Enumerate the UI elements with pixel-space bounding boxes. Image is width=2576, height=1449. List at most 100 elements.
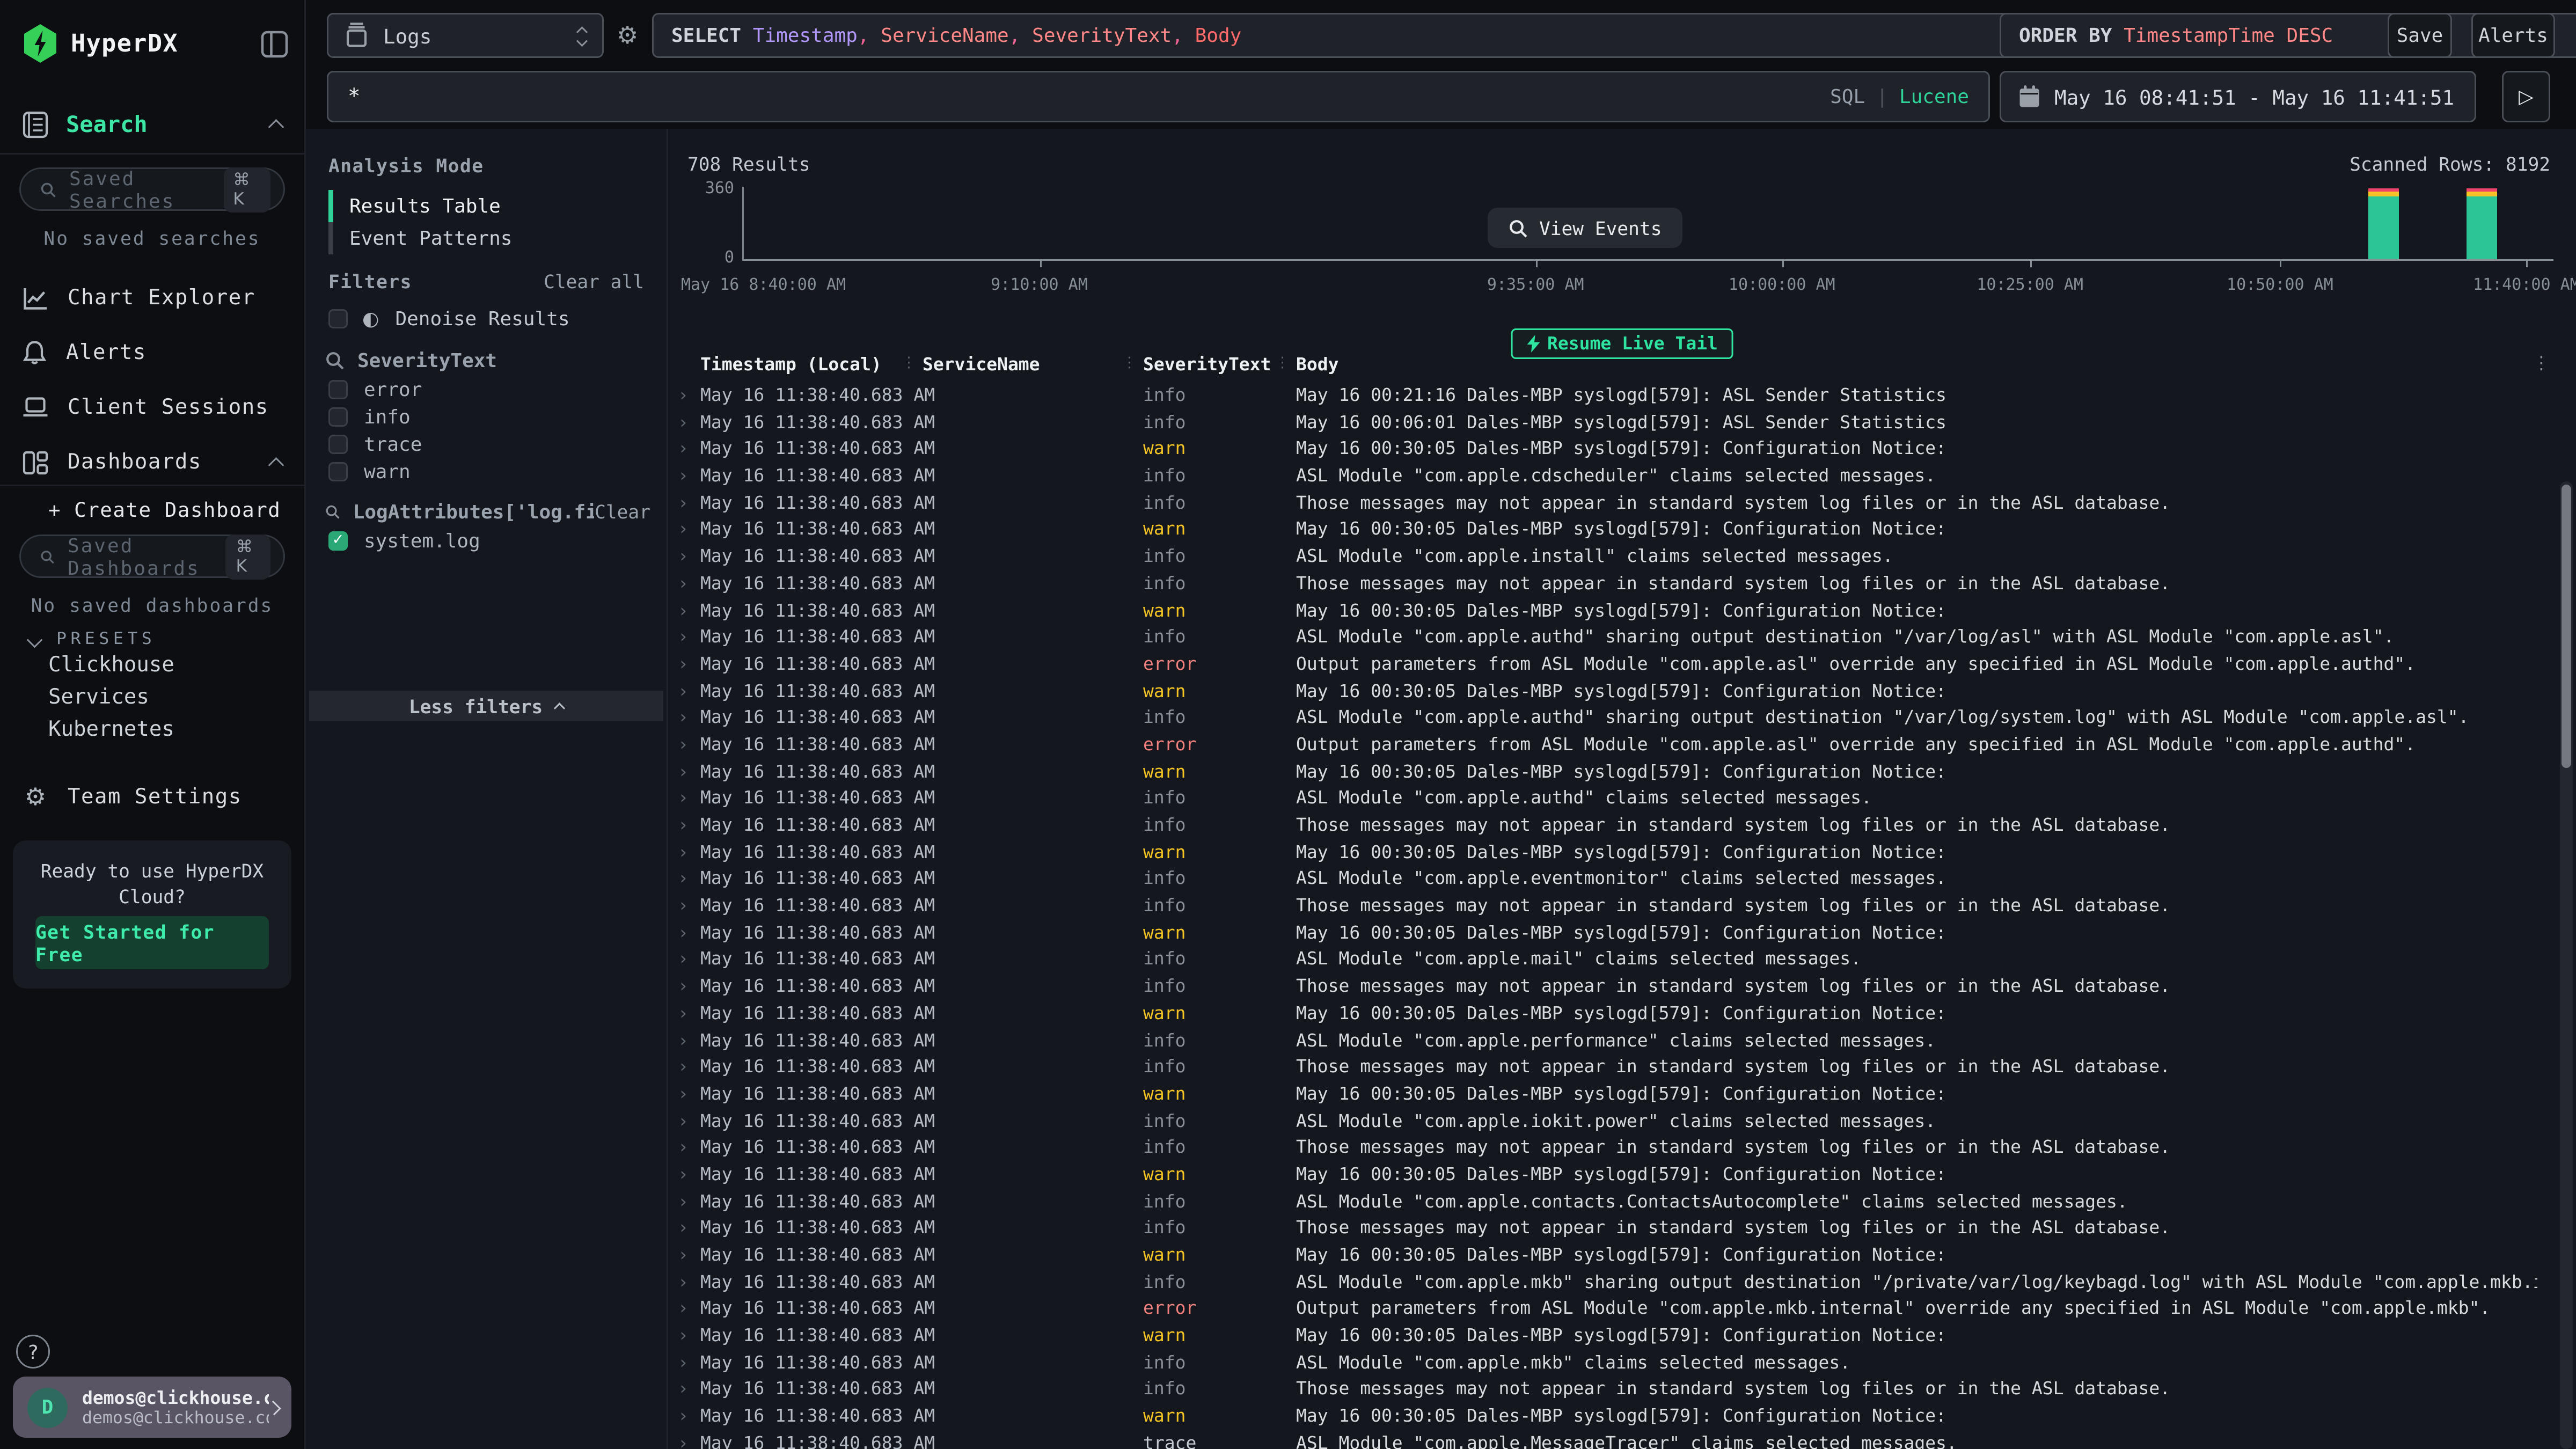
row-expand-chevron-icon[interactable]: › [678,1432,689,1449]
filter-option-system-log[interactable]: ✓ system.log [328,530,650,552]
alerts-button[interactable]: Alerts [2471,13,2555,58]
row-expand-chevron-icon[interactable]: › [678,1164,689,1185]
row-expand-chevron-icon[interactable]: › [678,734,689,755]
row-expand-chevron-icon[interactable]: › [678,1352,689,1373]
sidebar-item-client-sessions[interactable]: Client Sessions [0,383,304,431]
row-expand-chevron-icon[interactable]: › [678,519,689,540]
row-expand-chevron-icon[interactable]: › [678,949,689,970]
results-scrollbar[interactable] [2560,481,2573,1449]
table-row[interactable]: › May 16 11:38:40.683 AM info Those mess… [678,571,2537,598]
toggle-lucene[interactable]: Lucene [1899,85,1969,108]
row-expand-chevron-icon[interactable]: › [678,761,689,782]
column-header-servicename[interactable]: ServiceName [923,354,1040,375]
column-header-severitytext[interactable]: SeverityText [1143,354,1271,375]
table-row[interactable]: › May 16 11:38:40.683 AM info May 16 00:… [678,410,2537,437]
source-select[interactable]: Logs [327,13,604,58]
row-expand-chevron-icon[interactable]: › [678,1030,689,1051]
column-header-body[interactable]: Body [1296,354,1339,375]
checkbox[interactable] [328,435,348,454]
get-started-button[interactable]: Get Started for Free [35,916,269,969]
sidebar-item-chart-explorer[interactable]: Chart Explorer [0,274,304,322]
language-toggle[interactable]: SQL | Lucene [1830,85,1969,108]
filter-option-warn[interactable]: warn [328,460,650,483]
table-row[interactable]: › May 16 11:38:40.683 AM info ASL Module… [678,1109,2537,1136]
row-expand-chevron-icon[interactable]: › [678,1379,689,1400]
row-expand-chevron-icon[interactable]: › [678,492,689,513]
less-filters-button[interactable]: Less filters [309,691,663,721]
search-query-input[interactable]: * SQL | Lucene [327,71,1990,122]
table-row[interactable]: › May 16 11:38:40.683 AM warn May 16 00:… [678,1001,2537,1028]
row-expand-chevron-icon[interactable]: › [678,438,689,459]
table-row[interactable]: › May 16 11:38:40.683 AM warn May 16 00:… [678,517,2537,544]
table-row[interactable]: › May 16 11:38:40.683 AM info May 16 00:… [678,383,2537,410]
create-dashboard-button[interactable]: + Create Dashboard [48,497,281,522]
histogram-bar[interactable] [2467,188,2497,259]
table-row[interactable]: › May 16 11:38:40.683 AM info ASL Module… [678,1028,2537,1055]
table-row[interactable]: › May 16 11:38:40.683 AM warn May 16 00:… [678,598,2537,625]
table-row[interactable]: › May 16 11:38:40.683 AM error Output pa… [678,1297,2537,1323]
table-row[interactable]: › May 16 11:38:40.683 AM trace ASL Modul… [678,1431,2537,1449]
user-menu[interactable]: D demos@clickhouse.com demos@clickhouse.… [13,1377,291,1438]
table-row[interactable]: › May 16 11:38:40.683 AM warn May 16 00:… [678,1323,2537,1350]
run-query-button[interactable]: ▷ [2502,71,2550,122]
row-expand-chevron-icon[interactable]: › [678,1325,689,1346]
table-row[interactable]: › May 16 11:38:40.683 AM warn May 16 00:… [678,1162,2537,1189]
table-row[interactable]: › May 16 11:38:40.683 AM warn May 16 00:… [678,920,2537,947]
filter-option-info[interactable]: info [328,406,650,428]
table-row[interactable]: › May 16 11:38:40.683 AM info ASL Module… [678,544,2537,571]
table-row[interactable]: › May 16 11:38:40.683 AM info Those mess… [678,813,2537,840]
row-expand-chevron-icon[interactable]: › [678,841,689,862]
row-expand-chevron-icon[interactable]: › [678,1271,689,1292]
table-row[interactable]: › May 16 11:38:40.683 AM info Those mess… [678,1377,2537,1404]
sidebar-item-team-settings[interactable]: ⚙ Team Settings [0,773,304,821]
row-expand-chevron-icon[interactable]: › [678,654,689,675]
row-expand-chevron-icon[interactable]: › [678,1406,689,1426]
clear-all-link[interactable]: Clear all [544,270,644,293]
preset-clickhouse[interactable]: Clickhouse [48,654,174,678]
row-expand-chevron-icon[interactable]: › [678,815,689,836]
table-row[interactable]: › May 16 11:38:40.683 AM error Output pa… [678,733,2537,759]
column-resize-handle[interactable]: ⋮ [1122,356,1137,372]
table-row[interactable]: › May 16 11:38:40.683 AM info ASL Module… [678,1270,2537,1297]
column-resize-handle[interactable]: ⋮ [902,356,916,372]
row-expand-chevron-icon[interactable]: › [678,385,689,406]
help-button[interactable]: ? [16,1335,50,1368]
source-settings-gear-icon[interactable]: ⚙ [617,21,638,50]
row-expand-chevron-icon[interactable]: › [678,1110,689,1131]
select-query-input[interactable]: SELECT Timestamp, ServiceName, SeverityT… [652,13,2217,58]
row-expand-chevron-icon[interactable]: › [678,600,689,621]
row-expand-chevron-icon[interactable]: › [678,1245,689,1265]
table-row[interactable]: › May 16 11:38:40.683 AM info Those mess… [678,974,2537,1001]
row-expand-chevron-icon[interactable]: › [678,1137,689,1158]
preset-services[interactable]: Services [48,686,149,710]
row-expand-chevron-icon[interactable]: › [678,1057,689,1078]
row-expand-chevron-icon[interactable]: › [678,1191,689,1212]
saved-dashboards-input[interactable]: Saved Dashboards ⌘ K [19,535,285,578]
checkbox[interactable] [328,407,348,427]
table-row[interactable]: › May 16 11:38:40.683 AM warn May 16 00:… [678,1082,2537,1109]
table-row[interactable]: › May 16 11:38:40.683 AM info ASL Module… [678,867,2537,894]
table-row[interactable]: › May 16 11:38:40.683 AM warn May 16 00:… [678,759,2537,786]
table-row[interactable]: › May 16 11:38:40.683 AM error Output pa… [678,652,2537,679]
saved-searches-input[interactable]: Saved Searches ⌘ K [19,167,285,211]
checkbox[interactable] [328,309,348,328]
row-expand-chevron-icon[interactable]: › [678,573,689,594]
column-header-timestamp[interactable]: Timestamp (Local) [700,354,882,375]
table-row[interactable]: › May 16 11:38:40.683 AM info ASL Module… [678,464,2537,491]
sidebar-item-dashboards[interactable]: Dashboards [0,438,304,486]
sidebar-item-alerts[interactable]: Alerts [0,328,304,377]
table-row[interactable]: › May 16 11:38:40.683 AM warn May 16 00:… [678,840,2537,867]
sidebar-collapse-icon[interactable] [261,30,288,57]
toggle-sql[interactable]: SQL [1830,85,1865,108]
clear-filter-link[interactable]: Clear [595,501,650,523]
filter-option-trace[interactable]: trace [328,433,650,456]
sidebar-item-search[interactable]: Search [0,97,304,155]
row-expand-chevron-icon[interactable]: › [678,922,689,943]
row-expand-chevron-icon[interactable]: › [678,546,689,567]
denoise-checkbox-row[interactable]: ◐ Denoise Results [328,308,650,330]
table-row[interactable]: › May 16 11:38:40.683 AM info ASL Module… [678,625,2537,652]
row-expand-chevron-icon[interactable]: › [678,1298,689,1319]
row-expand-chevron-icon[interactable]: › [678,788,689,809]
table-row[interactable]: › May 16 11:38:40.683 AM warn May 16 00:… [678,437,2537,464]
table-row[interactable]: › May 16 11:38:40.683 AM info Those mess… [678,894,2537,920]
